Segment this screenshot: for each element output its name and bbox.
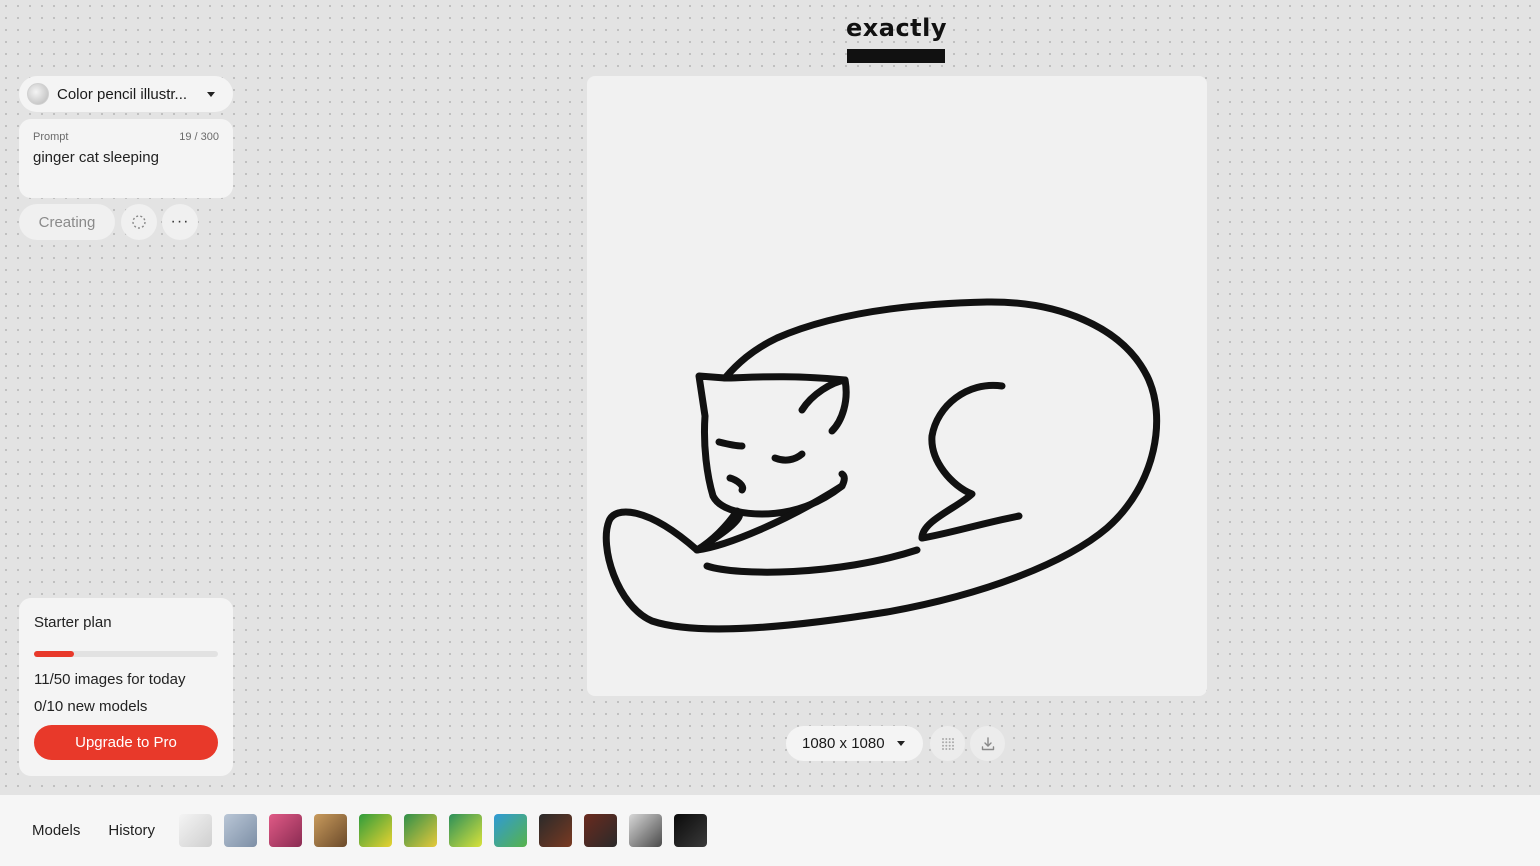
history-thumbnail[interactable]	[449, 814, 483, 847]
model-thumbnail-icon	[27, 83, 49, 105]
upgrade-to-pro-button[interactable]: Upgrade to Pro	[34, 725, 218, 760]
models-usage-text: 0/10 new models	[34, 698, 148, 715]
app-logo: exactly	[846, 14, 948, 42]
prompt-box[interactable]: Prompt 19 / 300 ginger cat sleeping	[19, 119, 233, 198]
prompt-input[interactable]: ginger cat sleeping	[33, 149, 219, 166]
logo-underline	[847, 49, 945, 63]
history-thumbnail[interactable]	[674, 814, 708, 847]
create-button[interactable]: Creating	[19, 204, 115, 240]
history-link[interactable]: History	[108, 822, 155, 839]
model-select-dropdown[interactable]: Color pencil illustr...	[19, 76, 233, 112]
history-thumbnail[interactable]	[269, 814, 303, 847]
images-usage-text: 11/50 images for today	[34, 671, 186, 688]
chevron-down-icon	[207, 91, 215, 97]
history-thumbnail[interactable]	[629, 814, 663, 847]
prompt-char-count: 19 / 300	[179, 131, 219, 143]
image-size-label: 1080 x 1080	[802, 735, 885, 752]
cat-drawing-image	[602, 298, 1161, 633]
image-size-dropdown[interactable]: 1080 x 1080	[786, 726, 923, 761]
model-name: Color pencil illustr...	[57, 85, 188, 103]
download-button[interactable]	[970, 726, 1005, 761]
history-thumbnail[interactable]	[359, 814, 393, 847]
plan-card: Starter plan 11/50 images for today 0/10…	[19, 598, 233, 776]
history-thumbnail[interactable]	[314, 814, 348, 847]
grid-icon	[941, 737, 954, 750]
usage-progress-bar	[34, 651, 218, 657]
history-thumbnail[interactable]	[584, 814, 618, 847]
usage-progress-fill	[34, 651, 75, 657]
history-thumbnail[interactable]	[404, 814, 438, 847]
history-thumbnail[interactable]	[539, 814, 573, 847]
download-icon	[981, 736, 994, 750]
prompt-label: Prompt	[33, 131, 69, 143]
models-link[interactable]: Models	[32, 822, 80, 839]
grid-toggle-button[interactable]	[930, 726, 965, 761]
plan-title: Starter plan	[34, 614, 112, 631]
history-thumbnails	[179, 814, 708, 847]
history-thumbnail[interactable]	[224, 814, 258, 847]
more-options-button[interactable]: ···	[162, 204, 198, 240]
loading-spinner-icon	[132, 215, 146, 229]
bottom-bar: Models History	[0, 795, 1540, 866]
loading-spinner-button[interactable]	[121, 204, 157, 240]
generated-image-canvas	[587, 76, 1207, 696]
history-thumbnail[interactable]	[494, 814, 528, 847]
chevron-down-icon	[896, 741, 905, 746]
history-thumbnail[interactable]	[179, 814, 213, 847]
